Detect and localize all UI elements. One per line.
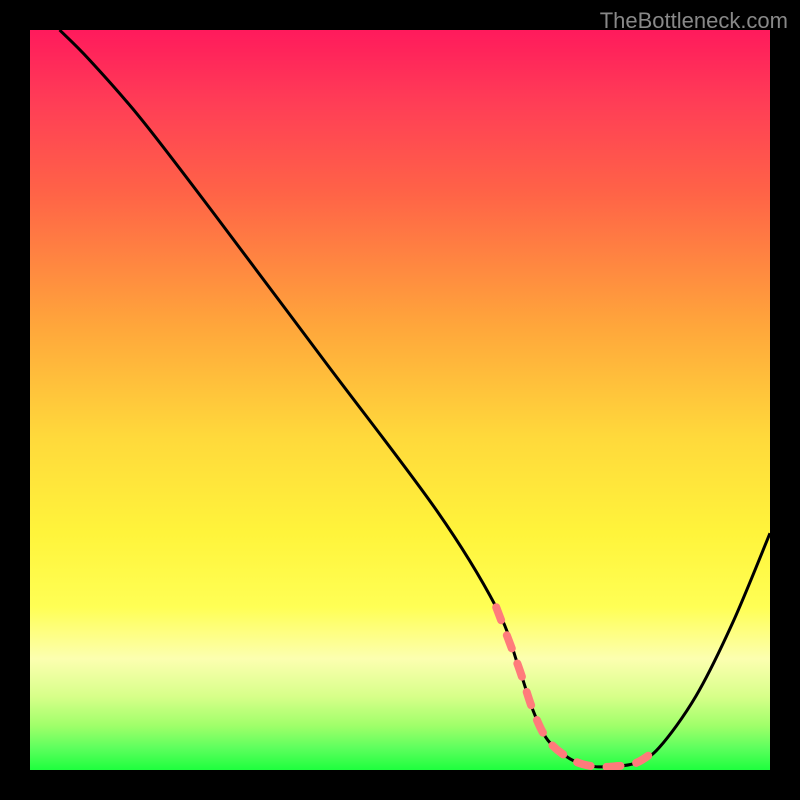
watermark-text: TheBottleneck.com — [600, 8, 788, 34]
chart-plot-area — [30, 30, 770, 770]
chart-gradient-background — [30, 30, 770, 770]
